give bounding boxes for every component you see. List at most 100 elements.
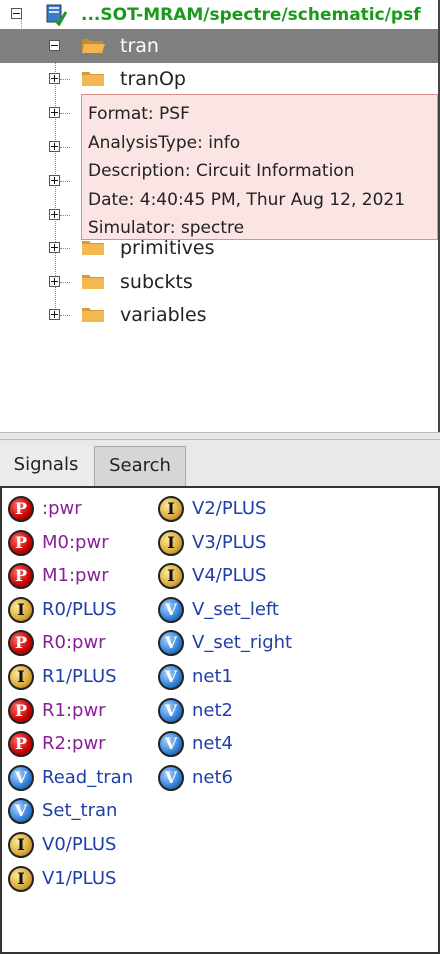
signal-item[interactable]: Vnet2 <box>158 696 298 724</box>
expand-icon[interactable] <box>49 141 60 152</box>
signal-label: net1 <box>192 666 233 687</box>
signal-item[interactable]: V V_set_left <box>158 595 298 623</box>
signal-item[interactable]: Vnet6 <box>158 763 298 791</box>
folder-open-icon <box>82 39 105 53</box>
tooltip-analysis-type: AnalysisType: info <box>88 132 241 153</box>
tooltip-date: Date: 4:40:45 PM, Thur Aug 12, 2021 <box>88 189 406 210</box>
signal-type-glyph: I <box>17 599 25 619</box>
signal-type-glyph: V <box>14 767 28 787</box>
signal-item[interactable]: V V_set_right <box>158 628 298 657</box>
current-signal-icon: I <box>158 496 184 522</box>
voltage-signal-icon: V <box>158 630 184 657</box>
tree-item-label: variables <box>120 304 207 326</box>
signal-label: V_set_left <box>192 598 279 620</box>
signal-label: V3/PLUS <box>192 531 267 553</box>
signal-type-glyph: I <box>17 868 25 888</box>
signal-item[interactable]: V Set_tran <box>8 796 148 825</box>
signal-label: R0/PLUS <box>42 598 117 620</box>
signals-list: P:pwr P M0:pwr P M1:pwr I R0/PLUS P R0:pwr I R1/PL… <box>0 486 440 954</box>
tooltip-simulator: Simulator: spectre <box>88 218 245 239</box>
power-signal-icon: P <box>8 529 34 556</box>
signal-label: M0:pwr <box>42 531 109 553</box>
signal-item[interactable]: I R0/PLUS <box>8 595 148 623</box>
signal-item[interactable]: P M0:pwr <box>8 528 148 556</box>
signal-label: Set_tran <box>42 800 118 822</box>
expand-icon[interactable] <box>49 73 60 84</box>
expand-icon[interactable] <box>49 209 60 220</box>
tree-item-variables[interactable]: variables <box>0 299 438 333</box>
voltage-signal-icon: V <box>158 697 184 724</box>
signal-label: Read_tran <box>42 766 134 788</box>
signal-type-glyph: I <box>17 835 25 854</box>
tree-item-label: tran <box>120 35 159 57</box>
expand-icon[interactable] <box>49 242 60 253</box>
signal-type-glyph: I <box>167 532 175 552</box>
signal-type-glyph: V <box>164 700 178 720</box>
current-signal-icon: I <box>8 832 34 858</box>
signal-label: R1/PLUS <box>42 666 117 687</box>
signal-item[interactable]: V Read_tran <box>8 763 148 791</box>
signal-item[interactable]: I V0/PLUS <box>8 830 148 858</box>
tree-item-label: tranOp <box>120 68 186 90</box>
signal-label: net2 <box>192 699 233 721</box>
voltage-signal-icon: V <box>158 731 184 758</box>
tree-item-tranOp[interactable]: tranOp <box>0 63 438 97</box>
collapse-icon[interactable] <box>49 40 60 51</box>
voltage-signal-icon: V <box>8 764 34 791</box>
signal-label: V2/PLUS <box>192 498 267 519</box>
voltage-signal-icon: V <box>158 664 184 690</box>
tab-search[interactable]: Search <box>94 446 186 486</box>
signal-type-glyph: V <box>164 767 178 787</box>
folder-icon <box>82 308 104 322</box>
signal-type-glyph: V <box>164 734 178 754</box>
pane-splitter[interactable] <box>0 432 440 440</box>
signal-item[interactable]: Vnet1 <box>158 662 298 690</box>
signal-item[interactable]: I V4/PLUS <box>158 561 298 590</box>
signal-type-glyph: I <box>17 667 25 686</box>
current-signal-icon: I <box>8 596 34 623</box>
signal-type-glyph: V <box>164 599 178 619</box>
power-signal-icon: P <box>8 630 34 657</box>
signal-item[interactable]: P:pwr <box>8 494 148 522</box>
signal-item[interactable]: I R1/PLUS <box>8 662 148 690</box>
signal-label: V_set_right <box>192 632 293 654</box>
signal-type-glyph: I <box>167 566 175 586</box>
power-signal-icon: P <box>8 563 34 590</box>
tree-item-subckts[interactable]: subckts <box>0 266 438 300</box>
signal-type-glyph: P <box>14 734 28 754</box>
signal-item[interactable]: P M1:pwr <box>8 561 148 590</box>
signal-item[interactable]: I V2/PLUS <box>158 494 298 522</box>
power-signal-icon: P <box>8 496 34 522</box>
signal-type-glyph: V <box>164 633 178 653</box>
signal-item[interactable]: P R2:pwr <box>8 729 148 758</box>
signal-type-glyph: P <box>14 700 28 720</box>
signal-item[interactable]: P R0:pwr <box>8 628 148 657</box>
results-tree: ...SOT-MRAM/spectre/schematic/psf tran t… <box>0 0 440 432</box>
tooltip-format: Format: PSF <box>88 104 190 124</box>
power-signal-icon: P <box>8 731 34 758</box>
signal-item[interactable]: I V3/PLUS <box>158 528 298 556</box>
tree-root-label: ...SOT-MRAM/spectre/schematic/psf <box>81 5 421 25</box>
folder-icon <box>82 72 104 86</box>
expand-icon[interactable] <box>49 107 60 118</box>
voltage-signal-icon: V <box>8 798 34 825</box>
collapse-icon[interactable] <box>11 8 22 19</box>
tab-signals[interactable]: Signals <box>0 446 92 486</box>
signal-type-glyph: P <box>14 566 28 586</box>
signal-label: V1/PLUS <box>42 867 117 889</box>
tooltip-description: Description: Circuit Information <box>88 161 355 182</box>
signal-label: M1:pwr <box>42 565 109 587</box>
expand-icon[interactable] <box>49 175 60 186</box>
tree-item-tran[interactable]: tran <box>0 29 438 63</box>
signal-type-glyph: V <box>164 667 178 686</box>
signal-label: R2:pwr <box>42 733 106 755</box>
signal-type-glyph: P <box>14 499 28 518</box>
signal-type-glyph: V <box>14 801 28 821</box>
expand-icon[interactable] <box>49 309 60 320</box>
current-signal-icon: I <box>158 563 184 590</box>
expand-icon[interactable] <box>49 276 60 287</box>
current-signal-icon: I <box>8 664 34 690</box>
signal-item[interactable]: Vnet4 <box>158 729 298 758</box>
signal-item[interactable]: I V1/PLUS <box>8 864 148 892</box>
signal-item[interactable]: P R1:pwr <box>8 696 148 724</box>
